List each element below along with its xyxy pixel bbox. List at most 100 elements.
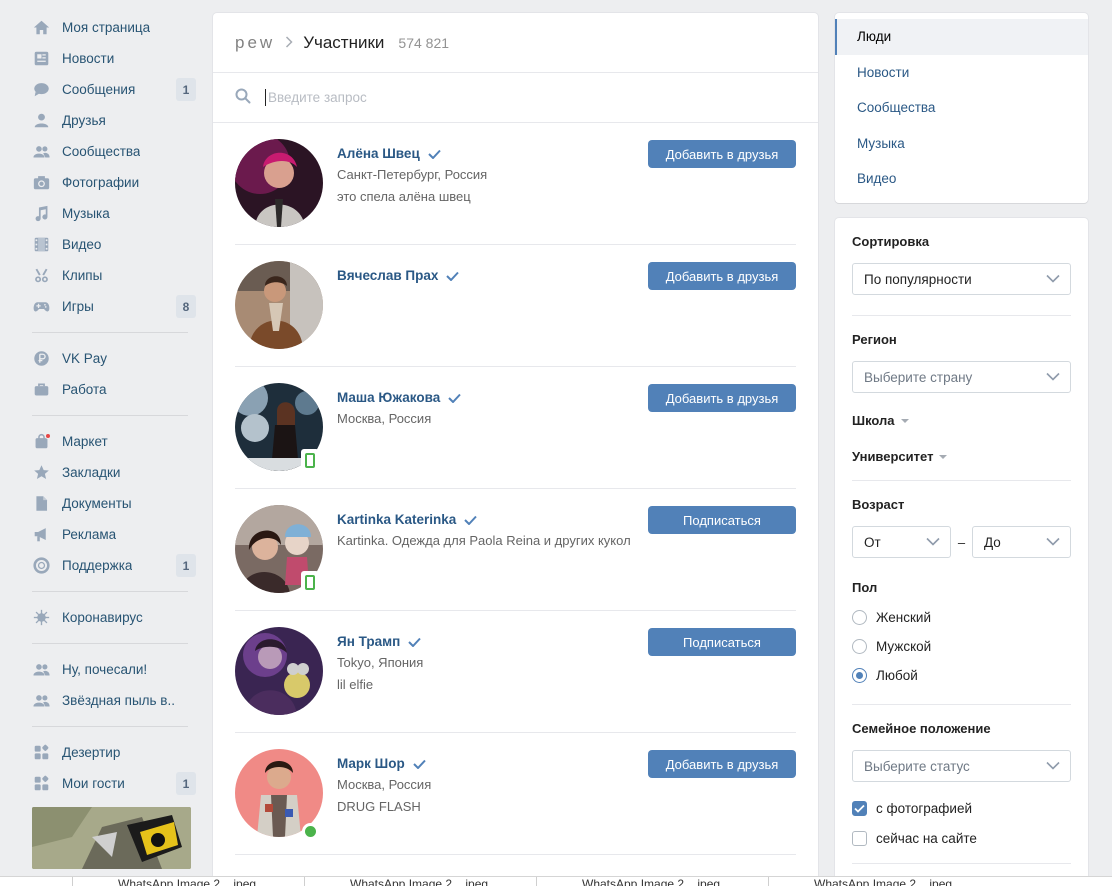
- menu-item-coronavirus[interactable]: Коронавирус: [28, 602, 196, 633]
- menu-item-bookmarks[interactable]: Закладки: [28, 457, 196, 488]
- university-filter-toggle[interactable]: Университет: [852, 449, 1071, 464]
- age-title: Возраст: [852, 497, 905, 512]
- person-name-link[interactable]: Вячеслав Прах: [337, 268, 460, 283]
- nav-item-video[interactable]: Видео: [835, 161, 1088, 197]
- menu-item-news[interactable]: Новости: [28, 43, 196, 74]
- nav-item-music[interactable]: Музыка: [835, 126, 1088, 162]
- download-item[interactable]: WhatsApp Image 2....jpeg: [304, 877, 536, 886]
- add-friend-button[interactable]: Добавить в друзья: [648, 140, 796, 168]
- mobile-online-icon: [301, 449, 319, 471]
- person-name-link[interactable]: Алёна Швец: [337, 146, 441, 161]
- radio-label: Женский: [876, 610, 932, 625]
- menu-divider: [32, 726, 188, 727]
- add-friend-button[interactable]: Добавить в друзья: [648, 384, 796, 412]
- menu-item-friends[interactable]: Друзья: [28, 105, 196, 136]
- mobile-online-icon: [301, 571, 319, 593]
- checkbox-label: с фотографией: [876, 800, 972, 816]
- menu-item-community-nu-pochesali[interactable]: Ну, почесали!: [28, 654, 196, 685]
- search-input[interactable]: [265, 89, 785, 106]
- country-placeholder: Выберите страну: [864, 369, 973, 385]
- radio-button[interactable]: [852, 639, 867, 654]
- school-filter-toggle[interactable]: Школа: [852, 413, 1071, 428]
- download-item[interactable]: WhatsApp Image 2....jpeg: [536, 877, 768, 886]
- menu-item-work[interactable]: Работа: [28, 374, 196, 405]
- avatar[interactable]: [235, 261, 323, 349]
- family-status-placeholder: Выберите статус: [864, 758, 970, 774]
- subscribe-button[interactable]: Подписаться: [648, 628, 796, 656]
- sort-value: По популярности: [864, 271, 972, 287]
- breadcrumb-group-link[interactable]: pew: [235, 33, 275, 53]
- nav-item-communities[interactable]: Сообщества: [835, 90, 1088, 126]
- list-item: Ян Трамп Tokyo, Япония lil elfie Подписа…: [235, 611, 796, 733]
- country-select[interactable]: Выберите страну: [852, 361, 1071, 393]
- menu-item-messages[interactable]: Сообщения 1: [28, 74, 196, 105]
- sort-select[interactable]: По популярности: [852, 263, 1071, 295]
- person-name-link[interactable]: Kartinka Katerinka: [337, 512, 478, 527]
- community-icon: [32, 661, 50, 679]
- radio-button[interactable]: [852, 610, 867, 625]
- with-photo-checkbox-row[interactable]: с фотографией: [852, 793, 1071, 823]
- subscribe-button[interactable]: Подписаться: [648, 506, 796, 534]
- camera-icon: [32, 174, 50, 192]
- person-location: Москва, Россия: [337, 411, 432, 426]
- menu-item-community-zvezdnaya-pyl[interactable]: Звёздная пыль в..: [28, 685, 196, 716]
- person-name-link[interactable]: Марк Шор: [337, 756, 426, 771]
- news-icon: [32, 50, 50, 68]
- menu-item-video[interactable]: Видео: [28, 229, 196, 260]
- person-name-link[interactable]: Ян Трамп: [337, 634, 421, 649]
- age-from-select[interactable]: От: [852, 526, 951, 558]
- filter-divider: [852, 480, 1071, 481]
- age-to-select[interactable]: До: [972, 526, 1071, 558]
- menu-item-ads[interactable]: Реклама: [28, 519, 196, 550]
- menu-item-communities[interactable]: Сообщества: [28, 136, 196, 167]
- search-icon: [235, 88, 251, 107]
- user-icon: [32, 112, 50, 130]
- checkbox-checked[interactable]: [852, 800, 867, 816]
- person-name: Маша Южакова: [337, 390, 441, 405]
- menu-item-my-guests[interactable]: Мои гости 1: [28, 768, 196, 799]
- menu-divider: [32, 332, 188, 333]
- chevron-down-icon: [1046, 761, 1060, 770]
- menu-item-dezertir[interactable]: Дезертир: [28, 737, 196, 768]
- filter-divider: [852, 704, 1071, 705]
- nav-item-people[interactable]: Люди: [835, 19, 1088, 55]
- menu-item-photos[interactable]: Фотографии: [28, 167, 196, 198]
- menu-item-clips[interactable]: Клипы: [28, 260, 196, 291]
- ad-thumbnail-image[interactable]: [32, 807, 191, 869]
- gender-option-male[interactable]: Мужской: [852, 632, 1071, 661]
- menu-label: Ну, почесали!: [62, 662, 148, 677]
- download-item[interactable]: WhatsApp Image 2....jpeg: [768, 877, 1000, 886]
- list-item: Марк Шор Москва, Россия DRUG FLASH Добав…: [235, 733, 796, 855]
- menu-item-support[interactable]: Поддержка 1: [28, 550, 196, 581]
- menu-divider: [32, 415, 188, 416]
- dropdown-arrow-icon: [900, 418, 909, 423]
- nav-item-news[interactable]: Новости: [835, 55, 1088, 91]
- menu-label: Клипы: [62, 268, 103, 283]
- menu-label: Новости: [62, 51, 115, 66]
- document-icon: [32, 495, 50, 513]
- menu-label: Маркет: [62, 434, 108, 449]
- verified-icon: [446, 271, 460, 281]
- menu-item-music[interactable]: Музыка: [28, 198, 196, 229]
- menu-label: Моя страница: [62, 20, 151, 35]
- avatar[interactable]: [235, 627, 323, 715]
- person-location: Москва, Россия: [337, 777, 432, 792]
- menu-item-documents[interactable]: Документы: [28, 488, 196, 519]
- menu-item-games[interactable]: Игры 8: [28, 291, 196, 322]
- avatar[interactable]: [235, 139, 323, 227]
- download-item[interactable]: WhatsApp Image 2....jpeg: [72, 877, 304, 886]
- menu-item-market[interactable]: Маркет: [28, 426, 196, 457]
- radio-button-selected[interactable]: [852, 668, 867, 683]
- checkbox[interactable]: [852, 830, 867, 846]
- menu-item-my-page[interactable]: Моя страница: [28, 12, 196, 43]
- family-status-select[interactable]: Выберите статус: [852, 750, 1071, 782]
- add-friend-button[interactable]: Добавить в друзья: [648, 750, 796, 778]
- online-now-checkbox-row[interactable]: сейчас на сайте: [852, 823, 1071, 853]
- add-friend-button[interactable]: Добавить в друзья: [648, 262, 796, 290]
- virus-icon: [32, 609, 50, 627]
- menu-item-vkpay[interactable]: VK Pay: [28, 343, 196, 374]
- gender-option-female[interactable]: Женский: [852, 603, 1071, 632]
- gender-option-any[interactable]: Любой: [852, 661, 1071, 690]
- person-name-link[interactable]: Маша Южакова: [337, 390, 461, 405]
- list-item: Вячеслав Прах Добавить в друзья: [235, 245, 796, 367]
